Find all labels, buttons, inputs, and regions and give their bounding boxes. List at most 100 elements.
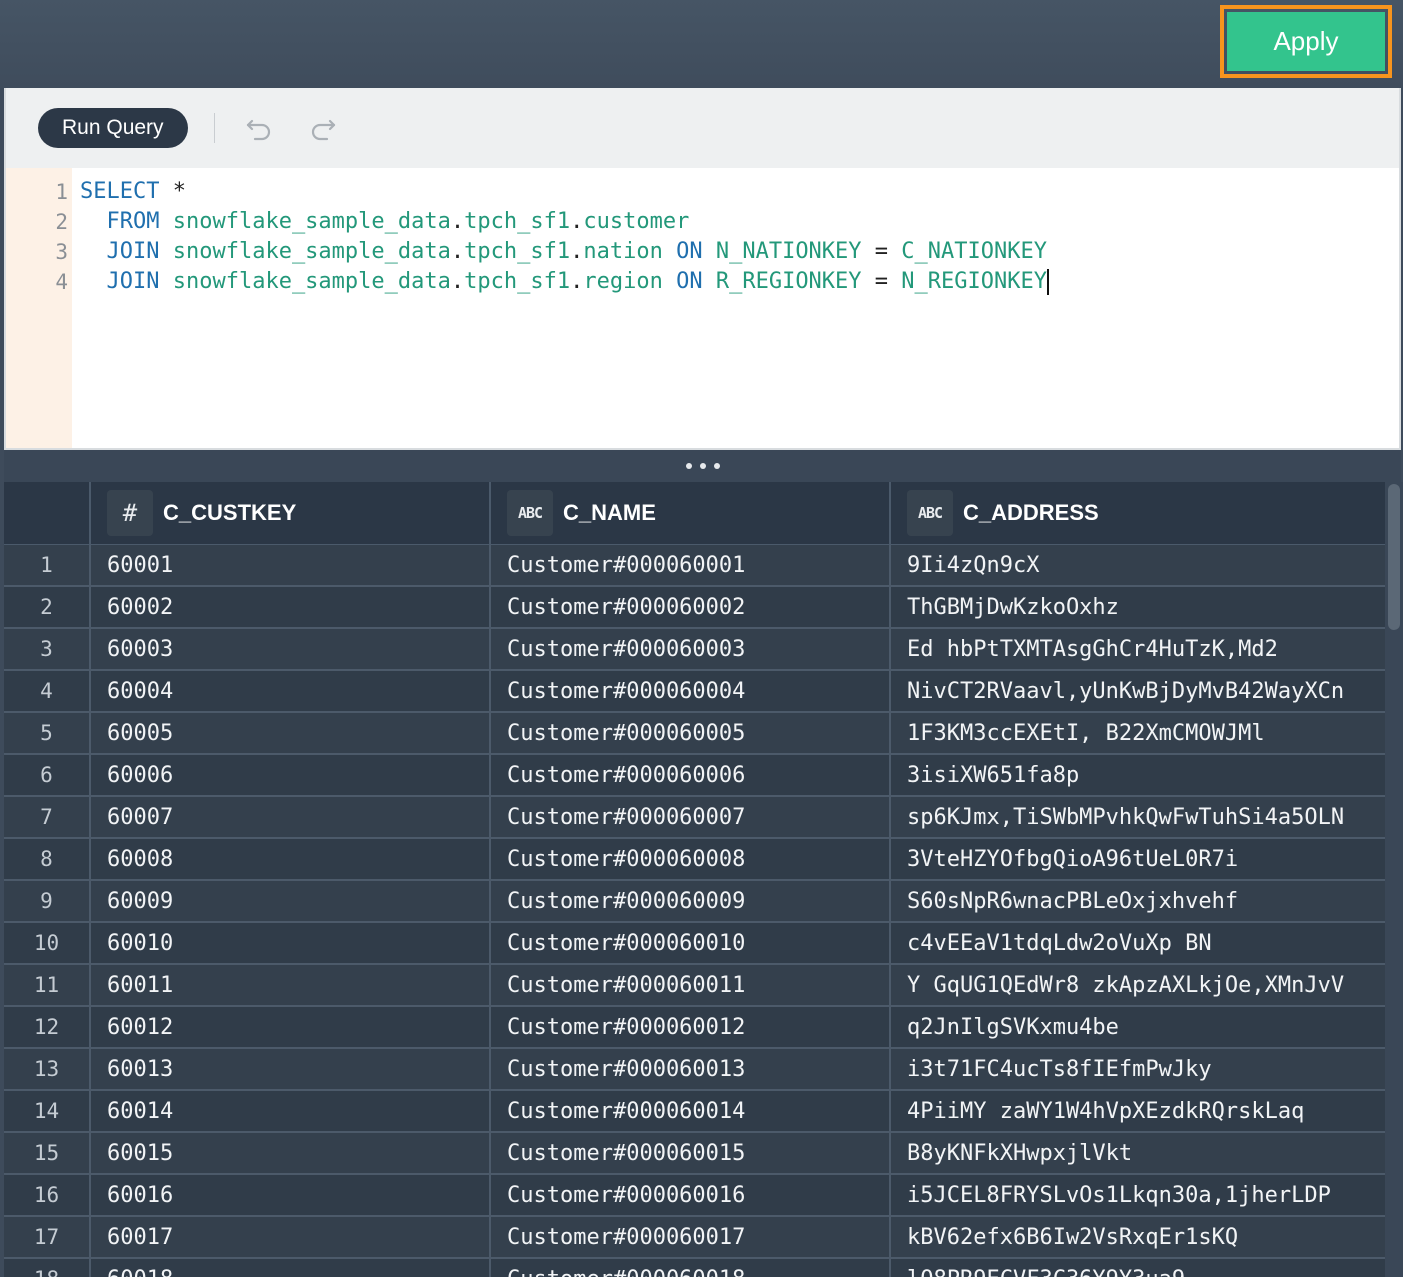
cell-c-name[interactable]: Customer#000060010: [491, 923, 891, 963]
column-header-c-custkey[interactable]: # C_CUSTKEY: [91, 482, 491, 544]
column-header-c-address[interactable]: ABC C_ADDRESS: [891, 482, 1385, 544]
code-editor[interactable]: 1 2 3 4 SELECT * FROM snowflake_sample_data…: [6, 168, 1399, 448]
table-row[interactable]: 13 60013 Customer#000060013 i3t71FC4ucTs8fI…: [4, 1049, 1385, 1091]
table-row[interactable]: 1 60001 Customer#000060001 9Ii4zQn9cX: [4, 545, 1385, 587]
cell-c-custkey[interactable]: 60006: [91, 755, 491, 795]
cell-c-name[interactable]: Customer#000060004: [491, 671, 891, 711]
table-row[interactable]: 14 60014 Customer#000060014 4PiiMY zaWY1W4h…: [4, 1091, 1385, 1133]
cell-c-name[interactable]: Customer#000060006: [491, 755, 891, 795]
apply-button[interactable]: Apply: [1227, 12, 1385, 71]
table-row[interactable]: 10 60010 Customer#000060010 c4vEEaV1tdqLdw2…: [4, 923, 1385, 965]
resize-handle[interactable]: [4, 450, 1401, 482]
cell-c-address[interactable]: i3t71FC4ucTs8fIEfmPwJky: [891, 1049, 1385, 1089]
cell-c-name[interactable]: Customer#000060016: [491, 1175, 891, 1215]
cell-c-address[interactable]: 4PiiMY zaWY1W4hVpXEzdkRQrskLaq: [891, 1091, 1385, 1131]
code-line[interactable]: SELECT *: [80, 177, 1399, 207]
cell-c-custkey[interactable]: 60001: [91, 545, 491, 585]
table-row[interactable]: 17 60017 Customer#000060017 kBV62efx6B6Iw2V…: [4, 1217, 1385, 1259]
cell-c-name[interactable]: Customer#000060009: [491, 881, 891, 921]
cell-c-address[interactable]: kBV62efx6B6Iw2VsRxqEr1sKQ: [891, 1217, 1385, 1257]
cell-c-custkey[interactable]: 60013: [91, 1049, 491, 1089]
cell-c-name[interactable]: Customer#000060014: [491, 1091, 891, 1131]
cell-c-name[interactable]: Customer#000060008: [491, 839, 891, 879]
cell-c-address[interactable]: i5JCEL8FRYSLvOs1Lkqn30a,1jherLDP: [891, 1175, 1385, 1215]
sql-keyword: FROM: [80, 209, 160, 234]
table-row[interactable]: 9 60009 Customer#000060009 S60sNpR6wnacPBLe…: [4, 881, 1385, 923]
cell-c-address[interactable]: 9Ii4zQn9cX: [891, 545, 1385, 585]
table-row[interactable]: 11 60011 Customer#000060011 Y GqUG1QEdWr8 z…: [4, 965, 1385, 1007]
cell-c-name[interactable]: Customer#000060015: [491, 1133, 891, 1173]
cell-c-custkey[interactable]: 60015: [91, 1133, 491, 1173]
cell-c-name[interactable]: Customer#000060017: [491, 1217, 891, 1257]
table-row[interactable]: 2 60002 Customer#000060002 ThGBMjDwKzkoOxhz: [4, 587, 1385, 629]
cell-c-name[interactable]: Customer#000060013: [491, 1049, 891, 1089]
cell-c-custkey[interactable]: 60011: [91, 965, 491, 1005]
row-number: 5: [4, 713, 91, 753]
cell-c-custkey[interactable]: 60005: [91, 713, 491, 753]
cell-c-address[interactable]: lO8PR9ECVF3C36Y9Y3ua9: [891, 1259, 1385, 1277]
sql-operator: .: [570, 239, 584, 264]
table-row[interactable]: 5 60005 Customer#000060005 1F3KM3ccEXEtI, B…: [4, 713, 1385, 755]
cell-c-name[interactable]: Customer#000060012: [491, 1007, 891, 1047]
vertical-scrollbar[interactable]: [1385, 482, 1403, 1277]
table-row[interactable]: 6 60006 Customer#000060006 3isiXW651fa8p: [4, 755, 1385, 797]
cell-c-address[interactable]: 1F3KM3ccEXEtI, B22XmCMOWJMl: [891, 713, 1385, 753]
table-row[interactable]: 16 60016 Customer#000060016 i5JCEL8FRYSLvOs…: [4, 1175, 1385, 1217]
cell-c-custkey[interactable]: 60007: [91, 797, 491, 837]
undo-icon[interactable]: [237, 106, 281, 150]
scrollbar-thumb[interactable]: [1388, 484, 1400, 630]
cell-c-address[interactable]: c4vEEaV1tdqLdw2oVuXp BN: [891, 923, 1385, 963]
cell-c-name[interactable]: Customer#000060005: [491, 713, 891, 753]
cell-c-custkey[interactable]: 60018: [91, 1259, 491, 1277]
code-line[interactable]: FROM snowflake_sample_data.tpch_sf1.cust…: [80, 207, 1399, 237]
cell-c-address[interactable]: S60sNpR6wnacPBLeOxjxhvehf: [891, 881, 1385, 921]
cell-c-name[interactable]: Customer#000060001: [491, 545, 891, 585]
cell-c-custkey[interactable]: 60002: [91, 587, 491, 627]
table-row[interactable]: 1860018Customer#000060018lO8PR9ECVF3C36Y…: [4, 1259, 1385, 1277]
cell-c-custkey[interactable]: 60012: [91, 1007, 491, 1047]
cell-c-address[interactable]: Ed hbPtTXMTAsgGhCr4HuTzK,Md2: [891, 629, 1385, 669]
table-row[interactable]: 15 60015 Customer#000060015 B8yKNFkXHwpxjlV…: [4, 1133, 1385, 1175]
cell-c-address[interactable]: 3isiXW651fa8p: [891, 755, 1385, 795]
cell-c-name[interactable]: Customer#000060002: [491, 587, 891, 627]
cell-c-address[interactable]: Y GqUG1QEdWr8 zkApzAXLkjOe,XMnJvV: [891, 965, 1385, 1005]
cell-c-custkey[interactable]: 60003: [91, 629, 491, 669]
cell-c-name[interactable]: Customer#000060018: [491, 1259, 891, 1277]
row-number: 3: [4, 629, 91, 669]
cell-c-custkey[interactable]: 60004: [91, 671, 491, 711]
cell-c-custkey[interactable]: 60008: [91, 839, 491, 879]
row-number: 4: [4, 671, 91, 711]
row-number: 8: [4, 839, 91, 879]
cell-c-custkey[interactable]: 60014: [91, 1091, 491, 1131]
table-row[interactable]: 12 60012 Customer#000060012 q2JnIlgSVKxmu4b…: [4, 1007, 1385, 1049]
toolbar-divider: [213, 113, 215, 143]
cell-c-custkey[interactable]: 60017: [91, 1217, 491, 1257]
sql-identifier: snowflake_sample_data: [172, 239, 451, 264]
table-row[interactable]: 7 60007 Customer#000060007 sp6KJmx,TiSWbMPv…: [4, 797, 1385, 839]
cell-c-custkey[interactable]: 60010: [91, 923, 491, 963]
cell-c-custkey[interactable]: 60016: [91, 1175, 491, 1215]
run-query-button[interactable]: Run Query: [38, 108, 188, 148]
cell-c-custkey[interactable]: 60009: [91, 881, 491, 921]
cell-c-address[interactable]: NivCT2RVaavl,yUnKwBjDyMvB42WayXCn: [891, 671, 1385, 711]
redo-icon[interactable]: [301, 106, 345, 150]
sql-operator: .: [570, 269, 584, 294]
table-row[interactable]: 4 60004 Customer#000060004 NivCT2RVaavl,yUn…: [4, 671, 1385, 713]
cell-c-name[interactable]: Customer#000060007: [491, 797, 891, 837]
cell-c-name[interactable]: Customer#000060003: [491, 629, 891, 669]
code-line[interactable]: JOIN snowflake_sample_data.tpch_sf1.regi…: [80, 267, 1399, 297]
cell-c-address[interactable]: ThGBMjDwKzkoOxhz: [891, 587, 1385, 627]
cell-c-address[interactable]: sp6KJmx,TiSWbMPvhkQwFwTuhSi4a5OLN: [891, 797, 1385, 837]
text-cursor: [1047, 269, 1049, 295]
cell-c-address[interactable]: 3VteHZYOfbgQioA96tUeL0R7i: [891, 839, 1385, 879]
code-line[interactable]: JOIN snowflake_sample_data.tpch_sf1.nati…: [80, 237, 1399, 267]
cell-c-address[interactable]: q2JnIlgSVKxmu4be: [891, 1007, 1385, 1047]
table-row[interactable]: 3 60003 Customer#000060003 Ed hbPtTXMTAsgGh…: [4, 629, 1385, 671]
column-header-c-name[interactable]: ABC C_NAME: [491, 482, 891, 544]
cell-c-address[interactable]: B8yKNFkXHwpxjlVkt: [891, 1133, 1385, 1173]
cell-c-name[interactable]: Customer#000060011: [491, 965, 891, 1005]
sql-keyword: SELECT: [80, 179, 160, 204]
table-row[interactable]: 8 60008 Customer#000060008 3VteHZYOfbgQioA9…: [4, 839, 1385, 881]
sql-code[interactable]: SELECT * FROM snowflake_sample_data.tpch…: [72, 168, 1399, 448]
editor-toolbar: Run Query: [6, 88, 1399, 168]
